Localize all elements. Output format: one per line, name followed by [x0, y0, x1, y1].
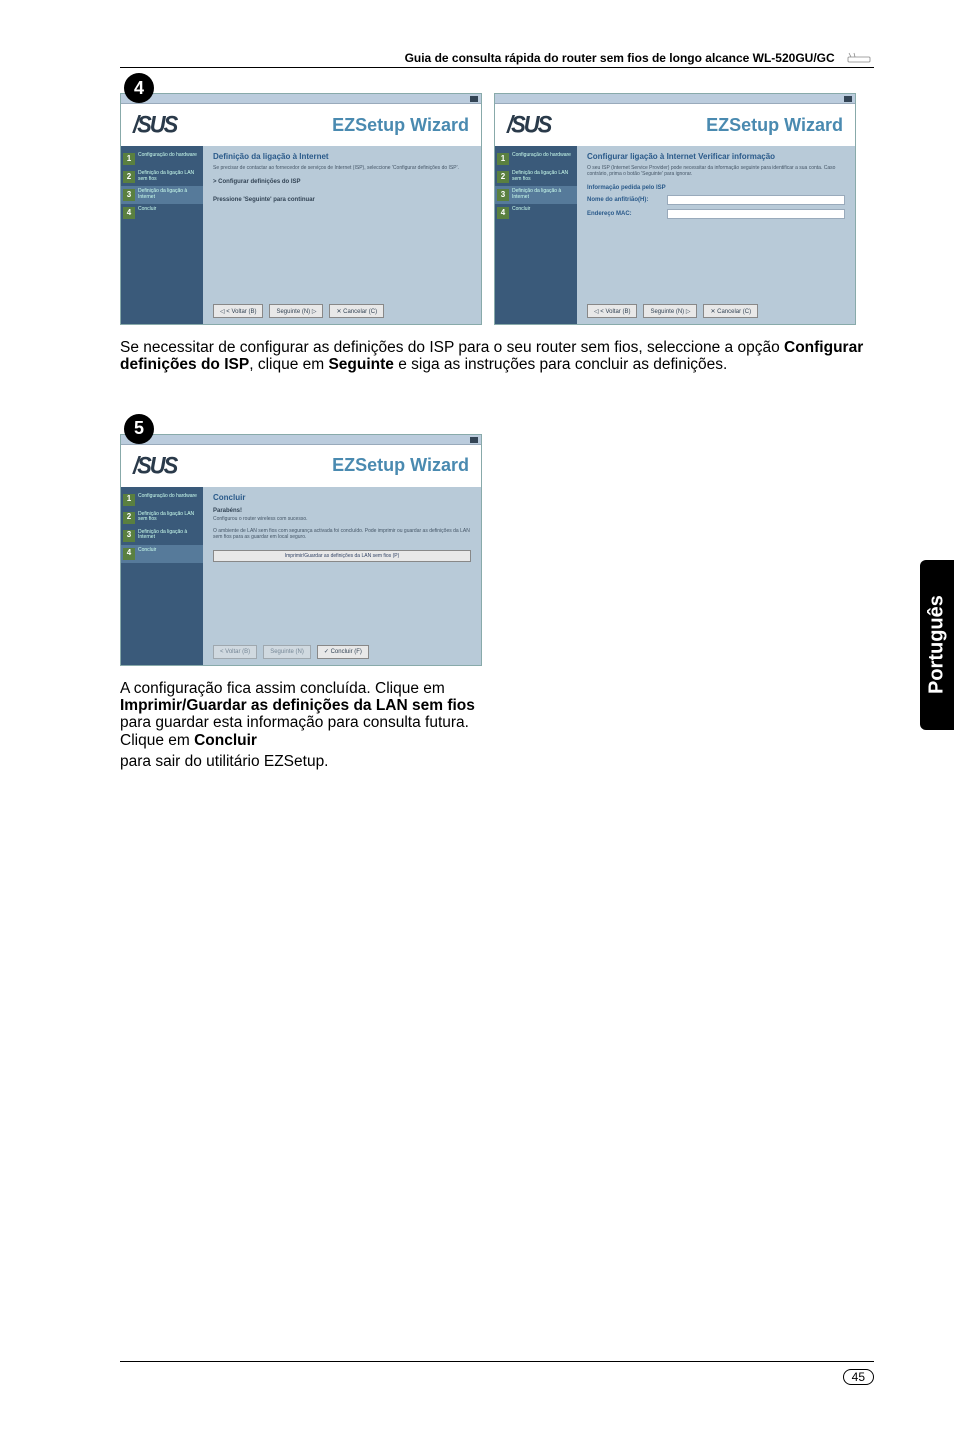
titlebar	[495, 94, 855, 104]
asus-logo: /SUS	[133, 111, 176, 140]
wizard-screenshot-4a: /SUS EZSetup Wizard 1Configuração do har…	[120, 93, 482, 325]
wizard-title: EZSetup Wizard	[332, 455, 469, 476]
next-button[interactable]: Seguinte (N) ▷	[643, 304, 697, 318]
step-badge-4: 4	[124, 73, 154, 103]
wizard-screenshot-5: /SUS EZSetup Wizard 1Configuração do har…	[120, 434, 482, 666]
wizard-sidebar: 1Configuração do hardware 2Definição da …	[495, 146, 577, 324]
titlebar	[121, 435, 481, 445]
option-config-isp[interactable]: > Configurar definições do ISP	[213, 179, 471, 185]
instruction-text: Pressione 'Seguinte' para continuar	[213, 197, 471, 203]
wizard-title: EZSetup Wizard	[332, 115, 469, 136]
asus-logo: /SUS	[507, 111, 550, 140]
titlebar	[121, 94, 481, 104]
isp-info-label: Informação pedida pelo ISP	[587, 185, 667, 191]
wizard-screenshot-4b: /SUS EZSetup Wizard 1Configuração do har…	[494, 93, 856, 325]
print-save-button[interactable]: Imprimir/Guardar as definições da LAN se…	[213, 550, 471, 562]
wizard-content: Configurar ligação à Internet Verificar …	[577, 146, 855, 324]
content-heading: Configurar ligação à Internet Verificar …	[587, 152, 845, 161]
paragraph-step5: A configuração fica assim concluída. Cli…	[120, 680, 500, 749]
back-button[interactable]: ◁ < Voltar (B)	[587, 304, 637, 318]
info-text: O ambiente de LAN sem fios com segurança…	[213, 528, 471, 540]
back-button[interactable]: ◁ < Voltar (B)	[213, 304, 263, 318]
header-title: Guia de consulta rápida do router sem fi…	[405, 51, 835, 65]
wizard-sidebar: 1Configuração do hardware 2Definição da …	[121, 146, 203, 324]
wizard-title: EZSetup Wizard	[706, 115, 843, 136]
page-footer: 45	[120, 1361, 874, 1386]
hostname-input[interactable]	[667, 195, 845, 205]
asus-logo: /SUS	[133, 451, 176, 480]
content-heading: Concluir	[213, 493, 471, 502]
page-number: 45	[843, 1369, 874, 1385]
wizard-sidebar: 1Configuração do hardware 2Definição da …	[121, 487, 203, 665]
wizard-content: Concluir Parabéns! Configurou o router w…	[203, 487, 481, 665]
content-text: O seu ISP (Internet Service Provider) po…	[587, 165, 845, 177]
content-heading: Definição da ligação à Internet	[213, 152, 471, 161]
finish-button[interactable]: ✓ Concluir (F)	[317, 645, 369, 659]
paragraph-step4: Se necessitar de configurar as definiçõe…	[120, 339, 874, 374]
next-button: Seguinte (N)	[263, 645, 311, 659]
content-text: Se precisar de contactar ao fornecedor d…	[213, 165, 471, 171]
mac-input[interactable]	[667, 209, 845, 219]
wizard-content: Definição da ligação à Internet Se preci…	[203, 146, 481, 324]
cancel-button[interactable]: ✕ Cancelar (C)	[703, 304, 758, 318]
back-button: < Voltar (B)	[213, 645, 257, 659]
router-icon	[846, 52, 874, 64]
mac-label: Endereço MAC:	[587, 211, 667, 217]
step-badge-5: 5	[124, 414, 154, 444]
cancel-button[interactable]: ✕ Cancelar (C)	[329, 304, 384, 318]
paragraph-step5b: para sair do utilitário EZSetup.	[120, 753, 500, 770]
page-header: Guia de consulta rápida do router sem fi…	[120, 50, 874, 68]
next-button[interactable]: Seguinte (N) ▷	[269, 304, 323, 318]
success-text: Configurou o router wireless com sucesso…	[213, 516, 471, 522]
hostname-label: Nome do anfitrião(H):	[587, 197, 667, 203]
congrats-text: Parabéns!	[213, 508, 471, 514]
language-tab: Português	[920, 560, 954, 730]
